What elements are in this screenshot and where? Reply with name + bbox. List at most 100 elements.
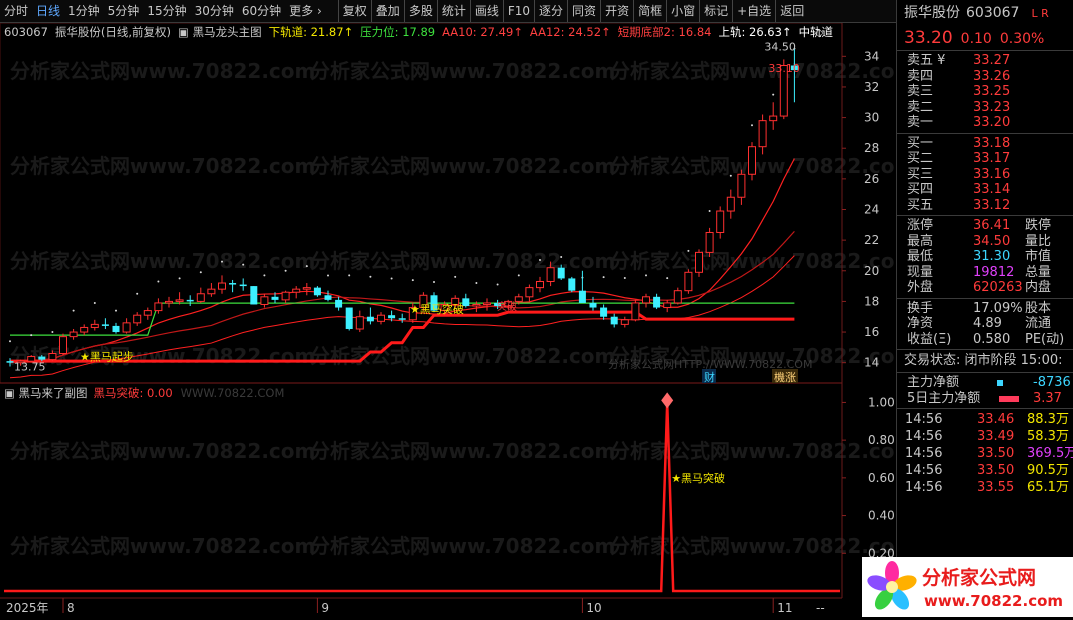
tick-row[interactable]: 14:56 33.49 58.3万 bbox=[897, 428, 1073, 445]
book-row[interactable]: 卖五 ¥ 33.27 bbox=[897, 53, 1073, 69]
tick-row[interactable]: 14:56 33.50 369.5万 bbox=[897, 445, 1073, 462]
book-row[interactable]: 卖二 33.23 bbox=[897, 100, 1073, 116]
candle-body-down[interactable] bbox=[324, 295, 332, 300]
toolbar-button-3[interactable]: 统计 bbox=[436, 0, 470, 22]
candle-body-up[interactable] bbox=[133, 314, 142, 324]
candle-body-down[interactable] bbox=[101, 324, 109, 326]
candle-body-down[interactable] bbox=[250, 286, 258, 305]
toolbar-button-8[interactable]: 开资 bbox=[600, 0, 633, 22]
candle-body-up[interactable] bbox=[737, 173, 746, 198]
candle-body-up[interactable] bbox=[59, 336, 67, 354]
candle-body-up[interactable] bbox=[769, 115, 778, 122]
toolbar-period-7[interactable]: 更多 › bbox=[285, 0, 326, 22]
book-row[interactable]: 卖三 33.25 bbox=[897, 84, 1073, 100]
candle-body-down[interactable] bbox=[600, 307, 608, 317]
candle-body-up[interactable] bbox=[165, 300, 173, 304]
candle-body-down[interactable] bbox=[229, 283, 237, 285]
candle-body-up[interactable] bbox=[154, 302, 163, 312]
candle-body-up[interactable] bbox=[748, 146, 756, 175]
candle-body-up[interactable] bbox=[758, 120, 767, 148]
candle-body-up[interactable] bbox=[642, 296, 650, 304]
toolbar-button-11[interactable]: 标记 bbox=[699, 0, 732, 22]
candle-body-down[interactable] bbox=[335, 299, 343, 308]
candle-body-up[interactable] bbox=[620, 319, 629, 325]
candle-body-up[interactable] bbox=[726, 196, 735, 212]
candle-body-up[interactable] bbox=[122, 322, 131, 333]
candle-body-down[interactable] bbox=[239, 284, 247, 287]
candle-body-up[interactable] bbox=[207, 288, 216, 295]
candle-body-up[interactable] bbox=[663, 302, 672, 309]
candle-body-up[interactable] bbox=[48, 352, 57, 361]
candle-body-up[interactable] bbox=[281, 291, 290, 301]
book-row[interactable]: 卖四 33.26 bbox=[897, 69, 1073, 85]
candle-body-down[interactable] bbox=[186, 299, 194, 302]
candle-body-up[interactable] bbox=[355, 316, 364, 330]
candle-body-up[interactable] bbox=[69, 331, 78, 338]
candle-body-down[interactable] bbox=[398, 318, 406, 320]
candle-body-up[interactable] bbox=[546, 267, 555, 282]
book-row[interactable]: 买四 33.14 bbox=[897, 182, 1073, 198]
lr-badge[interactable]: L R bbox=[1031, 7, 1048, 20]
candle-body-down[interactable] bbox=[366, 316, 374, 322]
book-row[interactable]: 买一 33.18 bbox=[897, 136, 1073, 152]
xaxis-scroll-hint[interactable]: -- bbox=[816, 601, 825, 615]
candle-body-up[interactable] bbox=[292, 288, 301, 293]
toolbar-button-9[interactable]: 简框 bbox=[633, 0, 666, 22]
candle-body-up[interactable] bbox=[514, 296, 523, 302]
toolbar-button-2[interactable]: 多股 bbox=[403, 0, 437, 22]
toolbar-period-0[interactable]: 分时 bbox=[0, 0, 32, 22]
candle-body-down[interactable] bbox=[589, 302, 597, 308]
candle-body-up[interactable] bbox=[143, 310, 152, 316]
candle-body-up[interactable] bbox=[536, 280, 544, 289]
toolbar-button-10[interactable]: 小窗 bbox=[666, 0, 699, 22]
candle-body-up[interactable] bbox=[218, 282, 226, 290]
toolbar-button-12[interactable]: +自选 bbox=[732, 0, 775, 22]
book-row[interactable]: 卖一 33.20 bbox=[897, 115, 1073, 131]
toolbar-period-4[interactable]: 15分钟 bbox=[143, 0, 190, 22]
book-row[interactable]: 买二 33.17 bbox=[897, 151, 1073, 167]
candle-body-up[interactable] bbox=[684, 271, 693, 292]
toolbar-period-5[interactable]: 30分钟 bbox=[191, 0, 238, 22]
candle-body-down[interactable] bbox=[313, 287, 321, 296]
candle-body-up[interactable] bbox=[377, 314, 385, 322]
toolbar-period-2[interactable]: 1分钟 bbox=[64, 0, 104, 22]
toolbar-button-0[interactable]: 复权 bbox=[337, 0, 371, 22]
kline-chart[interactable]: 分析家公式网www.70822.com分析家公式网www.70822.com分析… bbox=[0, 23, 895, 617]
candle-body-up[interactable] bbox=[483, 302, 491, 305]
candle-body-down[interactable] bbox=[345, 307, 353, 329]
toolbar-button-13[interactable]: 返回 bbox=[775, 0, 808, 22]
candle-body-up[interactable] bbox=[705, 231, 714, 253]
candle-body-down[interactable] bbox=[653, 296, 661, 308]
header-end-icon[interactable]: ◇ bbox=[815, 26, 824, 39]
tick-row[interactable]: 14:56 33.50 90.5万 bbox=[897, 462, 1073, 479]
tick-row[interactable]: 14:56 33.55 65.1万 bbox=[897, 479, 1073, 496]
toolbar-button-4[interactable]: 画线 bbox=[469, 0, 503, 22]
candle-body-up[interactable] bbox=[196, 293, 205, 302]
candle-body-up[interactable] bbox=[302, 287, 311, 290]
candle-body-up[interactable] bbox=[472, 303, 481, 307]
book-row[interactable]: 买三 33.16 bbox=[897, 167, 1073, 183]
toolbar-period-6[interactable]: 60分钟 bbox=[238, 0, 285, 22]
toolbar-button-1[interactable]: 叠加 bbox=[370, 0, 404, 22]
toolbar-button-6[interactable]: 逐分 bbox=[534, 0, 567, 22]
candle-body-down[interactable] bbox=[112, 325, 120, 333]
candle-body-down[interactable] bbox=[610, 316, 618, 325]
toolbar-button-5[interactable]: F10 bbox=[502, 0, 534, 22]
candle-body-down[interactable] bbox=[578, 290, 586, 303]
candle-body-up[interactable] bbox=[631, 302, 640, 321]
candle-body-down[interactable] bbox=[388, 315, 396, 319]
candle-body-down[interactable] bbox=[6, 361, 14, 363]
candle-body-down[interactable] bbox=[557, 267, 565, 279]
candle-body-up[interactable] bbox=[80, 326, 89, 333]
candle-body-up[interactable] bbox=[673, 290, 682, 304]
tick-row[interactable]: 14:56 33.46 88.3万 bbox=[897, 411, 1073, 428]
toolbar-period-3[interactable]: 5分钟 bbox=[104, 0, 144, 22]
candle-body-up[interactable] bbox=[525, 287, 534, 298]
toolbar-period-1[interactable]: 日线 bbox=[32, 0, 64, 22]
tick-list[interactable]: 14:56 33.46 88.3万 14:56 33.49 58.3万 14:56 33.50… bbox=[897, 408, 1073, 498]
cai-badge[interactable]: 财 bbox=[704, 370, 715, 384]
candle-body-up[interactable] bbox=[716, 210, 725, 233]
candle-body-up[interactable] bbox=[260, 296, 269, 305]
candle-body-down[interactable] bbox=[38, 356, 46, 360]
book-row[interactable]: 买五 33.12 bbox=[897, 198, 1073, 214]
